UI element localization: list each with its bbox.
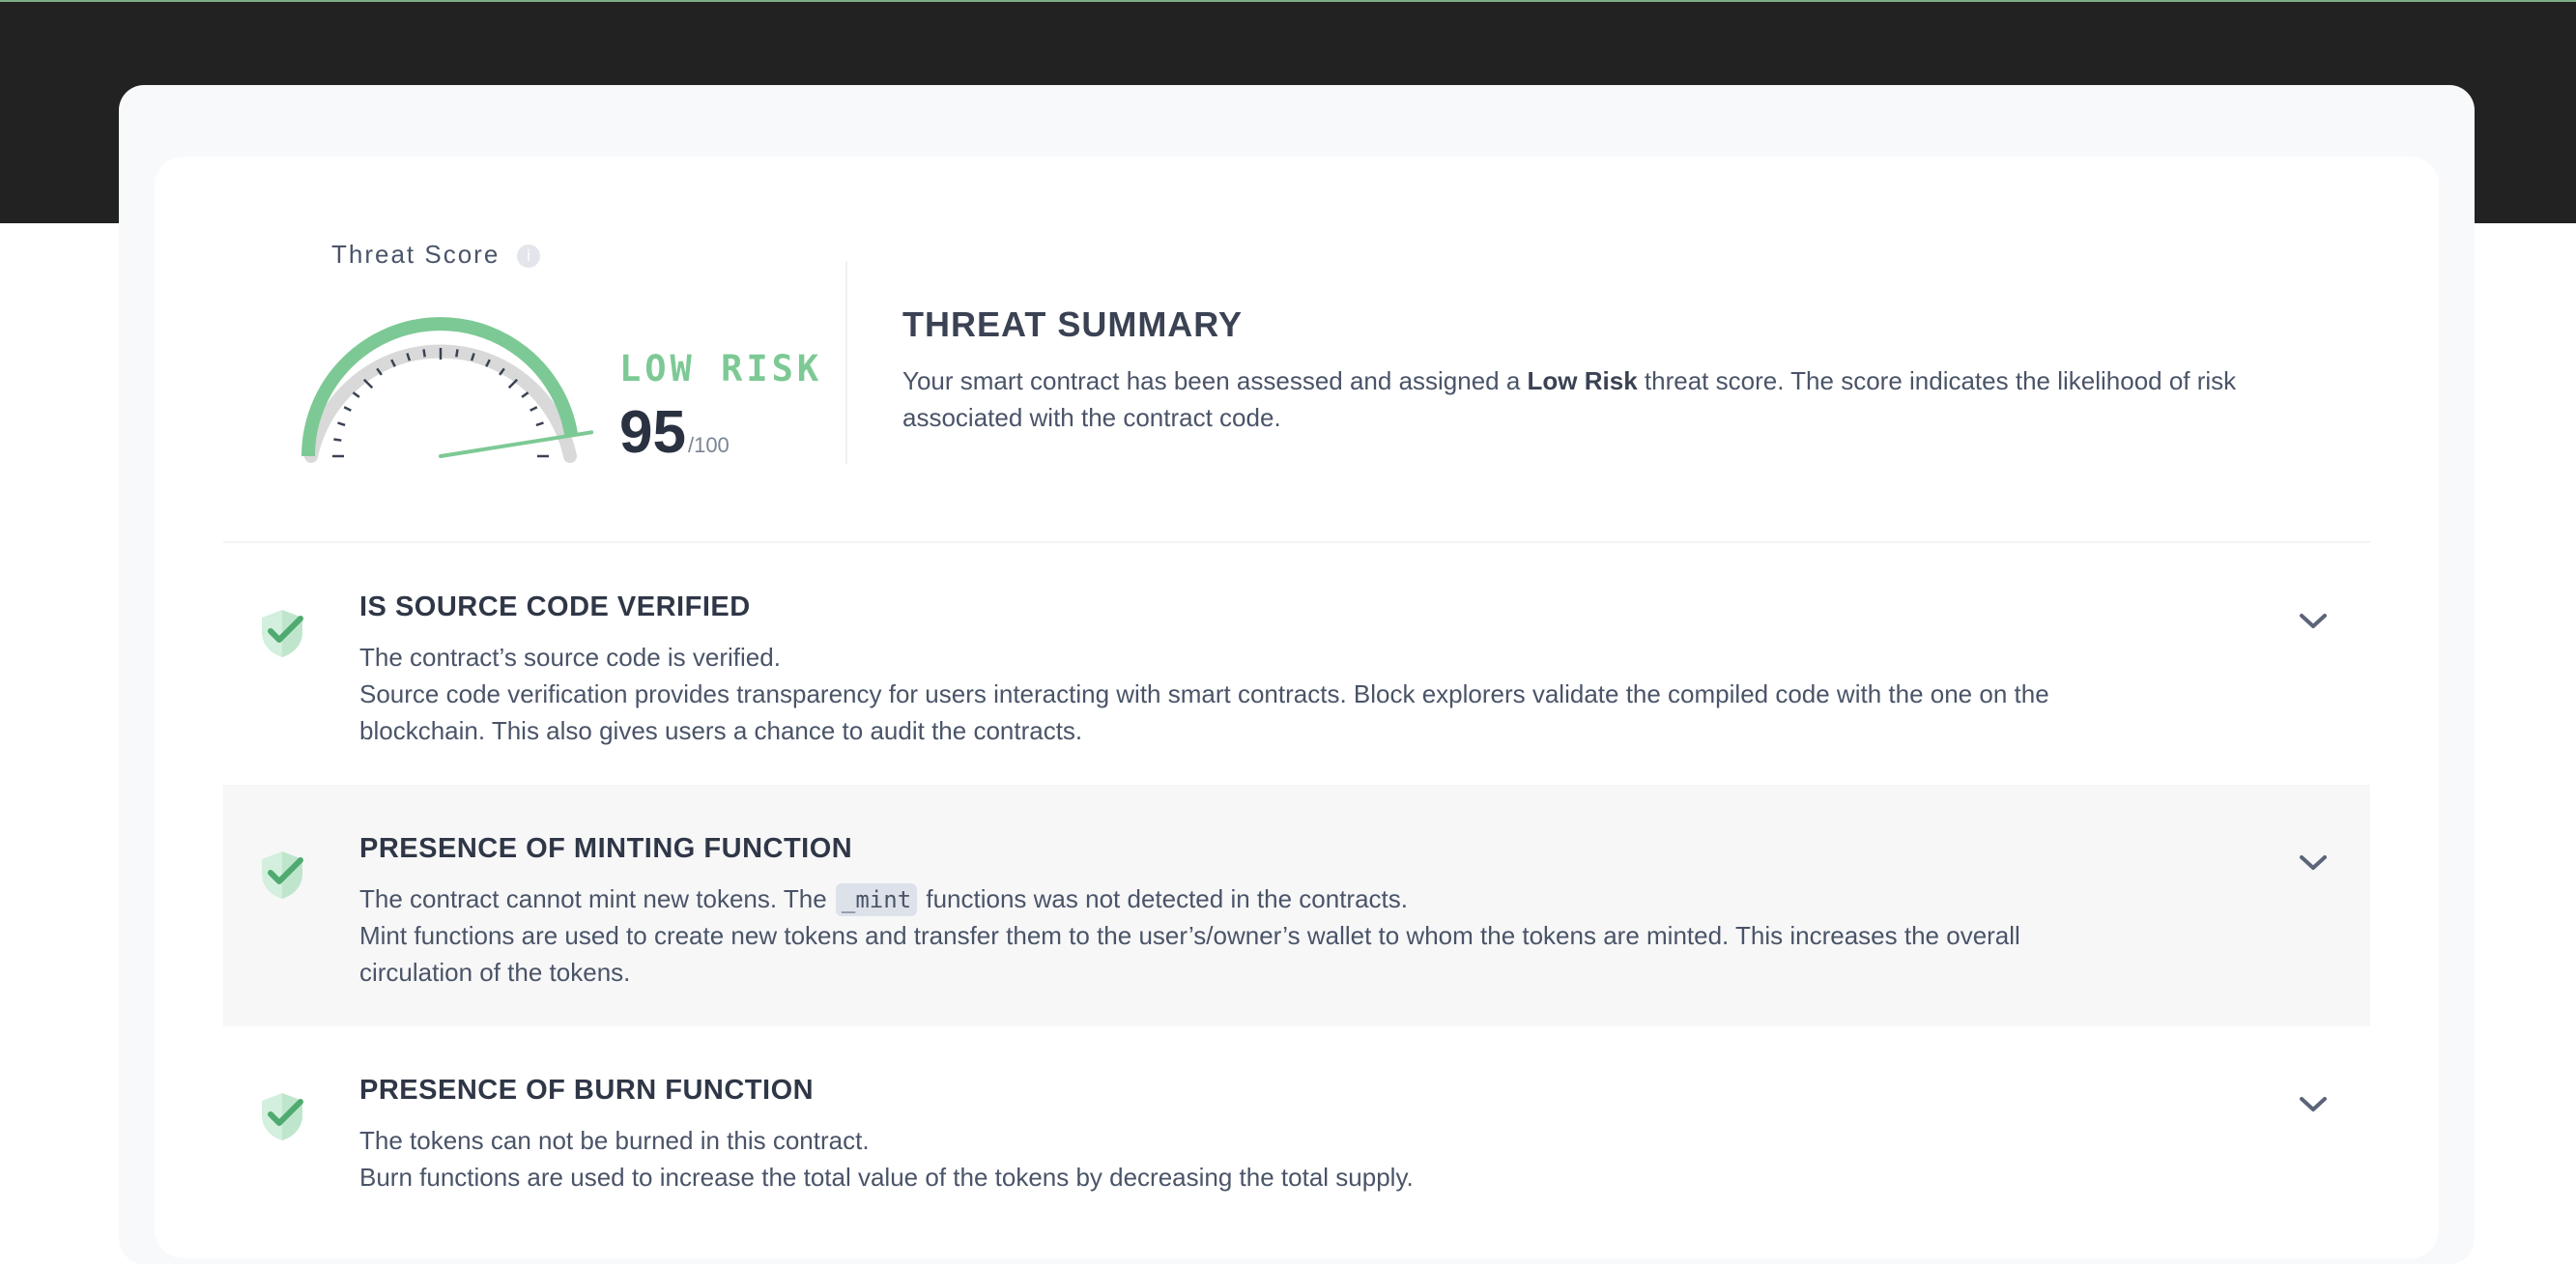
info-icon[interactable]: i [517,245,540,268]
check-row-burn-function[interactable]: PRESENCE OF BURN FUNCTION The tokens can… [223,1026,2370,1268]
gauge-ticks [332,348,549,458]
check-status: The contract cannot mint new tokens. The… [359,880,2137,917]
check-description: The tokens can not be burned in this con… [359,1122,2137,1196]
check-description: The contract’s source code is verified. … [359,639,2137,749]
check-title: IS SOURCE CODE VERIFIED [359,591,751,622]
summary-emphasis: Low Risk [1527,366,1638,395]
score-max: /100 [687,433,730,457]
check-title: PRESENCE OF MINTING FUNCTION [359,833,853,864]
check-detail: Burn functions are used to increase the … [359,1163,1414,1192]
check-detail: Source code verification provides transp… [359,679,2049,745]
chevron-down-icon[interactable] [2297,611,2330,632]
check-description: The contract cannot mint new tokens. The… [359,880,2137,991]
score-value: 95 [619,399,686,466]
check-row-minting-function[interactable]: PRESENCE OF MINTING FUNCTION The contrac… [223,785,2370,1026]
section-divider [845,261,847,464]
gauge-tick [352,391,360,398]
gauge-tick [422,349,426,358]
code-chip: _mint [835,883,918,916]
gauge-tick [521,391,530,398]
gauge-tick [337,421,346,427]
check-status: The tokens can not be burned in this con… [359,1126,870,1155]
chevron-down-icon[interactable] [2297,852,2330,874]
gauge-tick [343,406,352,412]
shield-check-icon [262,610,303,657]
threat-score-label: Threat Score [331,240,501,269]
gauge-tick [535,421,544,427]
gauge-tick [333,438,342,442]
risk-level: LOW RISK [619,348,823,389]
summary-text: Your smart contract has been assessed an… [902,362,2294,436]
chevron-down-icon[interactable] [2297,1094,2330,1115]
summary-text-before: Your smart contract has been assessed an… [902,366,1528,395]
shield-check-icon [262,851,303,899]
check-row-source-verified[interactable]: IS SOURCE CODE VERIFIED The contract’s s… [223,543,2370,785]
shield-check-icon [262,1093,303,1140]
check-title: PRESENCE OF BURN FUNCTION [359,1075,815,1106]
check-status-before: The contract cannot mint new tokens. The [359,884,834,913]
score-row: 95 /100 [619,398,730,466]
gauge-tick [530,406,538,412]
gauge-tick [455,349,459,358]
summary-title: THREAT SUMMARY [902,304,1243,344]
check-status-after: functions was not detected in the contra… [919,884,1408,913]
check-detail: Mint functions are used to create new to… [359,921,2020,987]
check-status: The contract’s source code is verified. [359,643,781,672]
threat-gauge [301,317,594,463]
